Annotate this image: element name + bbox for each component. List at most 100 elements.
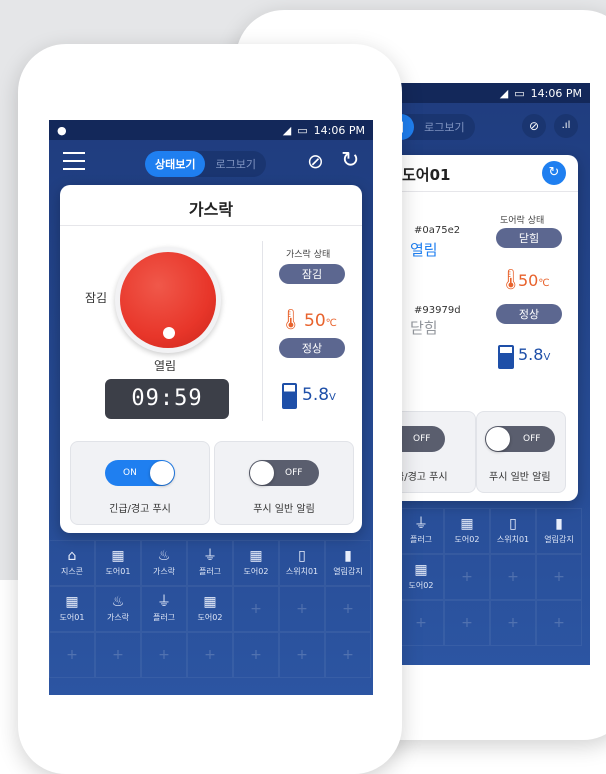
device-tile[interactable]: ⏚ 플러그 <box>141 586 187 632</box>
empty-slot[interactable]: + <box>233 586 279 632</box>
sensor-icon: ▮ <box>344 548 352 564</box>
back-top-bar: 기 로그보기 ⊘ .ıl <box>398 103 590 151</box>
empty-slot[interactable]: + <box>95 632 141 678</box>
flame-icon: ♨ <box>111 594 125 610</box>
view-tab-group: 상태보기 로그보기 <box>145 151 266 177</box>
device-tile[interactable]: ♨ 가스락 <box>141 540 187 586</box>
empty-slot[interactable]: + <box>536 600 582 646</box>
empty-slot[interactable]: + <box>444 554 490 600</box>
refresh-icon[interactable]: ↻ <box>542 161 566 185</box>
tab-log-view[interactable]: 로그보기 <box>205 151 265 177</box>
general-push-toggle[interactable]: OFF <box>485 426 555 452</box>
device-tile[interactable]: ▮ 열림감지 <box>325 540 371 586</box>
card-title: 도어01 <box>402 166 451 184</box>
device-tile[interactable]: ▦ 도어02 <box>444 508 490 554</box>
lock-dial-locked-label: 잠김 <box>85 291 108 305</box>
temperature-value: 50 <box>304 311 326 331</box>
temperature-status-badge: 정상 <box>496 304 562 324</box>
toggle-label: 푸시 일반 알림 <box>253 504 315 515</box>
empty-slot[interactable]: + <box>141 632 187 678</box>
notification-icon: ● <box>57 123 67 137</box>
empty-slot[interactable]: + <box>490 554 536 600</box>
refresh-icon[interactable]: ↻ <box>341 148 359 173</box>
empty-slot[interactable]: + <box>233 632 279 678</box>
menu-icon[interactable] <box>63 152 85 170</box>
battery-value: 5.8 <box>518 345 544 364</box>
empty-slot[interactable]: + <box>187 632 233 678</box>
empty-slot[interactable]: + <box>398 600 444 646</box>
link-icon[interactable]: ⊘ <box>307 149 324 173</box>
battery-value: 5.8 <box>302 385 330 405</box>
link-icon[interactable]: ⊘ <box>522 114 546 138</box>
signal-strength-icon[interactable]: .ıl <box>554 114 578 138</box>
timer-display: 09:59 <box>105 379 229 419</box>
gaslock-detail-card: 가스락 잠김 열림 09:59 가스락 상태 잠김 🌡 50℃ 정상 5.8V … <box>60 185 362 533</box>
door-state-badge: 닫힘 <box>496 228 562 248</box>
lock-dial-open-label: 열림 <box>154 359 177 373</box>
door-icon: ▦ <box>249 548 263 564</box>
flame-icon: ♨ <box>157 548 171 564</box>
device-tile[interactable]: ▯ 스위치01 <box>490 508 536 554</box>
emergency-push-toggle[interactable]: OFF <box>398 426 445 452</box>
battery-unit: V <box>329 392 336 403</box>
battery-icon <box>282 383 297 409</box>
device-tile[interactable]: ▦ 도어02 <box>233 540 279 586</box>
empty-slot[interactable]: + <box>444 600 490 646</box>
back-phone-screen: ◢ ▭ 14:06 PM 기 로그보기 ⊘ .ıl 도어01 ↻ #0a75e2… <box>398 83 590 665</box>
door-icon: ▦ <box>65 594 79 610</box>
device-tile[interactable]: ⏚ 플러그 <box>187 540 233 586</box>
empty-slot[interactable]: + <box>325 632 371 678</box>
toggle-label: 푸시 일반 알림 <box>489 472 551 483</box>
battery-icon <box>498 345 514 369</box>
empty-slot[interactable]: + <box>536 554 582 600</box>
plug-icon: ⏚ <box>414 516 428 532</box>
battery-unit: V <box>543 352 551 363</box>
general-push-toggle[interactable]: OFF <box>249 460 319 486</box>
empty-slot[interactable]: + <box>49 632 95 678</box>
device-tile[interactable]: ▦ 도어01 <box>95 540 141 586</box>
device-tile[interactable]: ▦ 도어02 <box>187 586 233 632</box>
tab-log-view[interactable]: 로그보기 <box>414 114 474 140</box>
gaslock-state-label: 가스락 상태 <box>286 250 331 260</box>
device-tile[interactable]: ▦ 도어01 <box>49 586 95 632</box>
card-title: 가스락 <box>188 200 234 219</box>
switch-icon: ▯ <box>509 516 517 532</box>
temperature-readout: 50℃ <box>518 271 550 290</box>
color-code-2: #93979d <box>414 305 461 316</box>
thermometer-icon: 🌡 <box>278 307 304 331</box>
battery-readout: 5.8V <box>302 385 336 405</box>
push-toggle-box-1: OFF 급/경고 푸시 <box>398 411 476 493</box>
gaslock-state-badge: 잠김 <box>279 264 345 284</box>
empty-slot[interactable]: + <box>325 586 371 632</box>
back-status-bar: ◢ ▭ 14:06 PM <box>398 83 590 103</box>
tab-status-view[interactable]: 상태보기 <box>145 151 206 177</box>
temperature-readout: 50℃ <box>304 311 337 331</box>
battery-status-icon: ▭ <box>514 86 525 100</box>
door-icon: ▦ <box>111 548 125 564</box>
temperature-status-badge: 정상 <box>279 338 345 358</box>
empty-slot[interactable]: + <box>490 600 536 646</box>
push-toggle-box-2: OFF 푸시 일반 알림 <box>214 441 354 525</box>
plug-icon: ⏚ <box>157 594 171 610</box>
front-device-grid: ⌂ 지스콘 ▦ 도어01 ♨ 가스락 ⏚ 플러그 ▦ 도어02 ▯ 스위치01 ▮ 열림감지 … <box>49 540 371 678</box>
device-tile[interactable]: ▮ 열림감지 <box>536 508 582 554</box>
push-toggle-box-2: OFF 푸시 일반 알림 <box>476 411 566 493</box>
door-state-open: 열림 <box>410 241 438 259</box>
door-state-closed: 닫힘 <box>410 319 438 337</box>
device-tile[interactable]: ♨ 가스락 <box>95 586 141 632</box>
back-detail-card: 도어01 ↻ #0a75e2 열림 #93979d 닫힘 도어락 상태 닫힘 🌡… <box>398 155 578 501</box>
front-phone-screen: ● ◢ ▭ 14:06 PM 상태보기 로그보기 ⊘ ↻ 가스락 잠김 열림 0… <box>49 120 373 695</box>
device-tile[interactable]: ⌂ 지스콘 <box>49 540 95 586</box>
push-toggle-box-1: ON 긴급/경고 푸시 <box>70 441 210 525</box>
lock-dial[interactable] <box>115 247 221 353</box>
empty-slot[interactable]: + <box>279 586 325 632</box>
switch-icon: ▯ <box>298 548 306 564</box>
device-tile[interactable]: ⏚ 플러그 <box>398 508 444 554</box>
emergency-push-toggle[interactable]: ON <box>105 460 175 486</box>
device-tile[interactable]: ▯ 스위치01 <box>279 540 325 586</box>
device-tile[interactable]: ▦ 도어02 <box>398 554 444 600</box>
dial-knob <box>163 327 175 339</box>
temperature-value: 50 <box>518 271 539 290</box>
signal-icon: ◢ <box>282 123 292 137</box>
empty-slot[interactable]: + <box>279 632 325 678</box>
